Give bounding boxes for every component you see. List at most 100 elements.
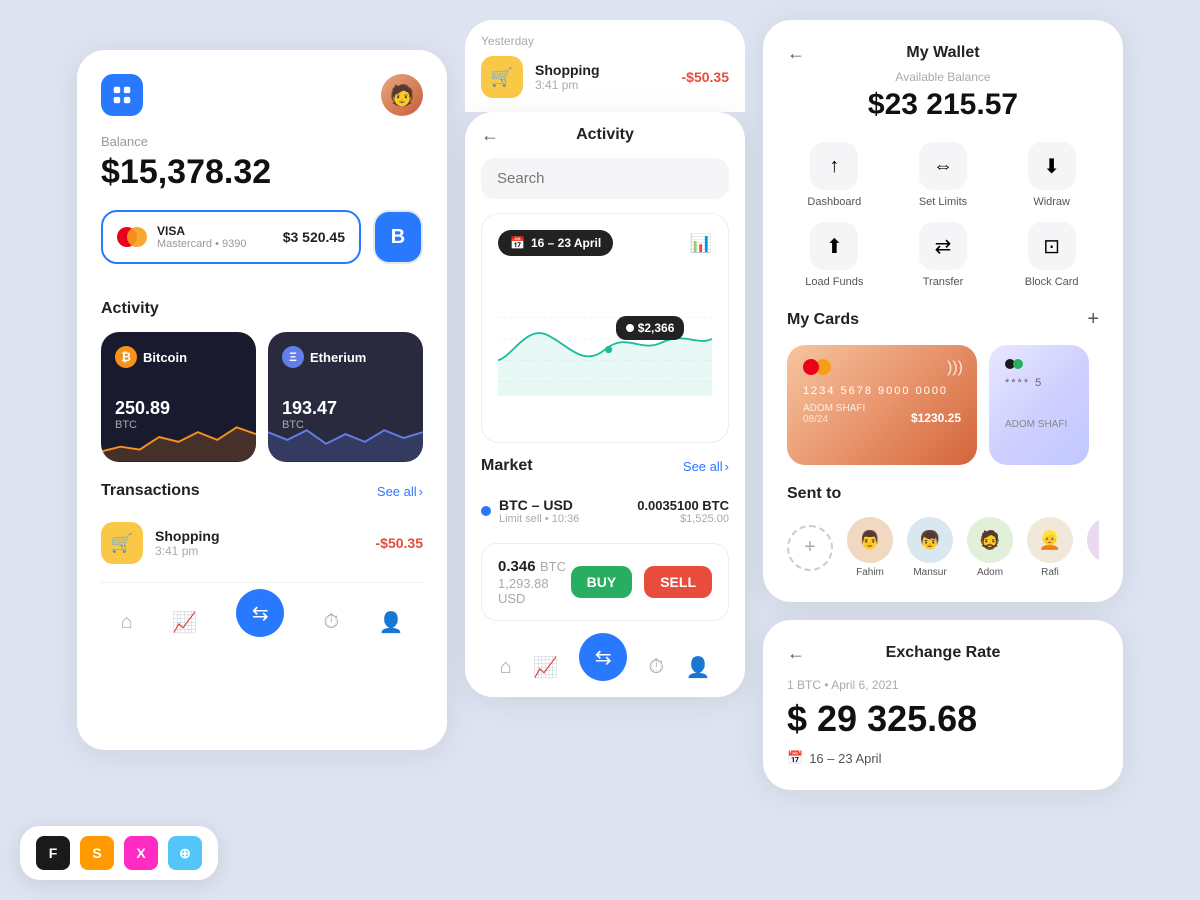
exchange-rate-value: $ 29 325.68 [787,698,1099,740]
mid-bottom-nav: ⌂ 📈 ⇆ ⏱ 👤 [465,637,745,697]
market-title: Market [481,457,533,475]
contact-abu[interactable]: 🧓 Abu [1087,517,1099,578]
nav-chart[interactable]: 📈 [172,610,197,637]
avatar[interactable]: 🧑 [381,74,423,116]
market-see-all[interactable]: See all › [683,459,729,474]
bitcoin-card[interactable]: ₿ Bitcoin 250.89 BTC [101,332,256,462]
mid-nav-profile[interactable]: 👤 [685,655,710,680]
cards-scroll: ))) 1234 5678 9000 0000 ADOM SHAFI 08/24… [787,345,1099,465]
action-block-card-label: Block Card [1025,276,1079,288]
date-range-badge[interactable]: 📅 16 – 23 April [498,230,613,256]
set-limits-icon: ⇔ [919,142,967,190]
chart-icon: 📈 [172,610,197,635]
eth-chart [268,412,423,462]
card-number-1: 1234 5678 9000 0000 [803,385,961,397]
nav-profile[interactable]: 👤 [378,610,403,637]
add-contact-button[interactable]: + [787,525,833,571]
action-block-card[interactable]: ⊡ Block Card [1004,222,1099,288]
eth-name: Etherium [310,350,366,365]
contact-fahim[interactable]: 👨 Fahim [847,517,893,578]
action-withdraw[interactable]: ⬇ Widraw [1004,142,1099,208]
contact-avatar-abu: 🧓 [1087,517,1099,563]
wallet-back-button[interactable]: ← [787,43,805,64]
btc-icon: ₿ [115,346,137,368]
contact-avatar-adom: 🧔 [967,517,1013,563]
action-transfer-label: Transfer [923,276,964,288]
activity-section: ← Activity 📅 16 – 23 April 📊 [465,112,745,443]
contact-avatar-rafi: 👱 [1027,517,1073,563]
available-label: Available Balance [787,70,1099,84]
mid-nav-fab[interactable]: ⇆ [579,633,627,681]
contact-name-mansur: Mansur [913,567,946,578]
xd-icon: X [124,836,158,870]
action-transfer[interactable]: ⇄ Transfer [896,222,991,288]
buy-button[interactable]: BUY [571,566,633,598]
search-input[interactable] [481,158,729,199]
buy-btc-amount: 0.346 [498,558,536,575]
credit-card-2[interactable]: **** 5 ADOM SHAFI [989,345,1089,465]
mastercard-icon [117,227,147,247]
ethereum-card[interactable]: Ξ Etherium 193.47 BTC [268,332,423,462]
withdraw-icon: ⬇ [1028,142,1076,190]
grid-icon [111,84,133,106]
transaction-item[interactable]: 🛒 Shopping 3:41 pm -$50.35 [77,512,447,574]
calendar-icon: 📅 [787,750,803,766]
contact-adom[interactable]: 🧔 Adom [967,517,1013,578]
mid-column: Yesterday 🛒 Shopping 3:41 pm -$50.35 ← A… [465,20,745,697]
card-holder-1: ADOM SHAFI [803,403,865,414]
action-load-funds[interactable]: ⬆ Load Funds [787,222,882,288]
second-card-chip[interactable]: B [373,210,423,264]
nav-fab-button[interactable]: ⇆ [236,589,284,637]
chart-tooltip: $2,366 [616,316,685,340]
mid-nav-clock[interactable]: ⏱ [649,656,665,679]
tx-name: Shopping [155,528,364,544]
action-dashboard[interactable]: ↑ Dashboard [787,142,882,208]
market-usd: $1,525.00 [637,513,729,525]
exchange-back-button[interactable]: ← [787,643,805,664]
action-load-funds-label: Load Funds [805,276,863,288]
sell-button[interactable]: SELL [644,566,712,598]
tx-time: 3:41 pm [155,544,364,558]
visa-card-chip[interactable]: VISA Mastercard • 9390 $3 520.45 [101,210,361,264]
see-all-link[interactable]: See all › [377,484,423,499]
shopping-snippet-icon: 🛒 [481,56,523,98]
wallet-balance: $23 215.57 [787,88,1099,122]
shopping-snippet-amount: -$50.35 [682,69,729,85]
app-icon[interactable] [101,74,143,116]
load-funds-icon: ⬆ [810,222,858,270]
home-icon: ⌂ [121,611,133,634]
market-sub: Limit sell • 10:36 [499,513,579,525]
sketch-icon: S [80,836,114,870]
mid-top-snippet: Yesterday 🛒 Shopping 3:41 pm -$50.35 [465,20,745,112]
shopping-snippet[interactable]: 🛒 Shopping 3:41 pm -$50.35 [481,56,729,112]
market-item[interactable]: BTC – USD Limit sell • 10:36 0.0035100 B… [481,489,729,533]
contact-name-fahim: Fahim [856,567,884,578]
back-button[interactable]: ← [481,125,499,146]
shopping-icon: 🛒 [101,522,143,564]
balance-amount: $15,378.32 [101,153,423,192]
mid-nav-chart[interactable]: 📈 [533,655,558,680]
card-sub: Mastercard • 9390 [157,238,273,250]
action-set-limits[interactable]: ⇔ Set Limits [896,142,991,208]
chart-type-icon[interactable]: 📊 [690,233,712,254]
figma-icon: F [36,836,70,870]
nav-history[interactable]: ⏱ [324,611,340,636]
card-number-2: **** 5 [1005,377,1073,389]
exchange-title: Exchange Rate [886,644,1001,662]
chart-container: 📅 16 – 23 April 📊 [481,213,729,443]
btc-name: Bitcoin [143,350,187,365]
nfc-icon: ))) [947,359,963,377]
eth-icon: Ξ [282,346,304,368]
contact-mansur[interactable]: 👦 Mansur [907,517,953,578]
credit-card-1[interactable]: ))) 1234 5678 9000 0000 ADOM SHAFI 08/24… [787,345,977,465]
buy-usd-amount: 1,293.88 USD [498,576,571,606]
nav-home[interactable]: ⌂ [121,611,133,636]
mid-nav-home[interactable]: ⌂ [500,656,512,679]
mid-profile-icon: 👤 [685,655,710,680]
flutter-icon: ⊕ [168,836,202,870]
contact-rafi[interactable]: 👱 Rafi [1027,517,1073,578]
add-card-button[interactable]: + [1087,308,1099,331]
activity-title: Activity [77,300,447,318]
wallet-panel: ← My Wallet Available Balance $23 215.57… [763,20,1123,602]
contact-name-adom: Adom [977,567,1003,578]
